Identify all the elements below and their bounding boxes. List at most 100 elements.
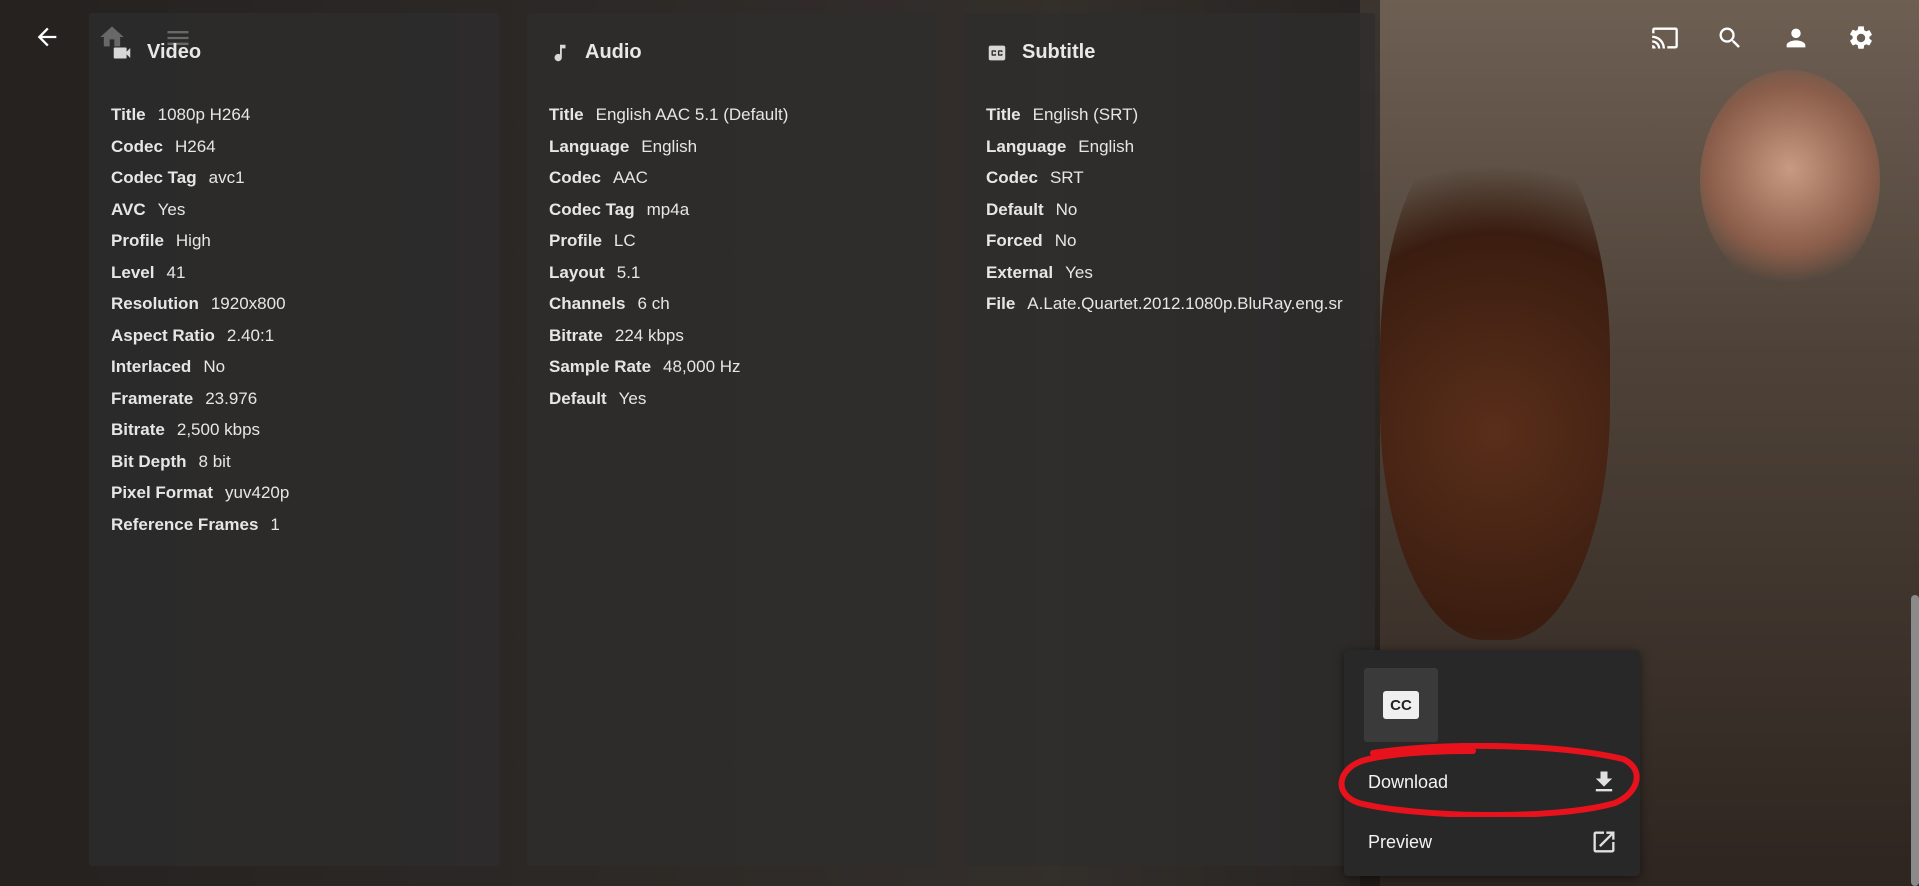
video-info-row: Interlaced No [111,355,289,387]
info-key: Bitrate [549,325,603,345]
info-value: 1 [270,514,280,534]
subtitle-info-list: Title English (SRT) Language English Codec SR… [986,103,1343,324]
download-label: Download [1368,771,1449,792]
video-info-row: Codec Tag avc1 [111,166,289,198]
video-info-row: AVC Yes [111,198,289,230]
subtitle-info-row: File A.Late.Quartet.2012.1080p.BluRay.eng… [986,292,1343,324]
info-value: 2,500 kbps [176,420,261,439]
info-key: Bitrate [111,420,165,439]
cast-icon[interactable] [1647,20,1683,56]
info-value: 1920x800 [210,294,286,313]
info-key: Title [111,105,146,124]
info-key: Language [549,136,630,156]
info-value: 224 kbps [614,325,684,345]
video-info-row: Profile High [111,229,289,261]
info-key: Reference Frames [111,514,259,534]
download-menu-item[interactable]: Download [1344,754,1640,810]
info-key: Bit Depth [111,451,187,471]
audio-panel-title: Audio [585,41,642,63]
audio-info-list: Title English AAC 5.1 (Default) Language En… [549,103,788,418]
info-value: LC [613,231,636,250]
info-value: English (SRT) [1032,105,1139,124]
video-info-row: Level 41 [111,261,289,293]
info-key: Level [111,262,155,282]
subtitle-info-row: External Yes [986,261,1343,293]
video-info-row: Framerate 23.976 [111,387,289,419]
info-value: AAC [612,168,648,187]
audio-info-row: Codec AAC [549,166,788,198]
audio-info-row: Codec Tag mp4a [549,198,788,230]
info-key: Framerate [111,388,194,408]
info-value: avc1 [208,168,245,187]
subtitle-info-row: Default No [986,198,1343,230]
video-info-row: Reference Frames 1 [111,513,289,545]
audio-info-panel: Audio Title English AAC 5.1 (Default) Lang… [527,13,937,866]
info-value: SRT [1049,168,1084,187]
preview-menu-item[interactable]: Preview [1344,814,1640,870]
subtitle-info-row: Forced No [986,229,1343,261]
music-note-icon [554,44,566,61]
back-arrow-icon[interactable] [29,19,65,55]
audio-info-row: Channels 6 ch [549,292,788,324]
video-info-row: Bit Depth 8 bit [111,450,289,482]
subtitle-thumbnail: CC [1364,668,1438,742]
info-key: Language [986,136,1067,156]
info-value: No [203,357,226,376]
video-info-row: Pixel Format yuv420p [111,481,289,513]
video-panel-title: Video [147,41,202,63]
download-icon [1595,771,1613,792]
gear-icon[interactable] [1843,20,1879,56]
info-key: Profile [111,231,164,250]
audio-info-row: Layout 5.1 [549,261,788,293]
video-info-row: Title 1080p H264 [111,103,289,135]
subtitle-info-row: Codec SRT [986,166,1343,198]
info-key: Sample Rate [549,357,652,376]
info-key: Pixel Format [111,483,214,502]
closed-caption-icon [988,45,1006,60]
info-value: 6 ch [637,294,670,313]
info-value: 8 bit [198,451,231,471]
info-value: mp4a [646,199,690,219]
info-key: Title [549,105,584,124]
video-info-row: Codec H264 [111,135,289,167]
info-key: Channels [549,294,626,313]
audio-info-row: Title English AAC 5.1 (Default) [549,103,788,135]
videocam-icon [113,47,131,58]
info-value: 2.40:1 [226,325,275,345]
page-scrollbar[interactable] [1911,595,1919,886]
audio-info-row: Language English [549,135,788,167]
subtitle-info-panel: Subtitle Title English (SRT) Language Engli… [964,13,1375,866]
info-key: Profile [549,231,602,250]
info-key: Aspect Ratio [111,325,215,345]
info-value: 48,000 Hz [663,357,741,376]
info-key: File [986,294,1016,313]
audio-info-row: Default Yes [549,387,788,419]
info-value: 5.1 [616,262,641,282]
info-value: High [175,231,211,250]
info-key: Codec [986,168,1038,187]
info-value: Yes [1065,262,1093,282]
info-key: Resolution [111,294,199,313]
subtitle-info-row: Title English (SRT) [986,103,1343,135]
info-key: Forced [986,231,1043,250]
info-key: Interlaced [111,357,192,376]
info-key: Codec [549,168,601,187]
info-key: Codec Tag [111,168,197,187]
info-key: Codec Tag [549,199,635,219]
info-value: No [1055,199,1078,219]
info-value: yuv420p [225,483,290,502]
subtitle-panel-title: Subtitle [1022,41,1096,63]
audio-info-row: Profile LC [549,229,788,261]
open-external-icon [1593,831,1615,853]
info-value: 23.976 [205,388,258,408]
info-value: No [1054,231,1077,250]
cc-badge-icon: CC [1383,691,1419,719]
search-icon[interactable] [1712,20,1748,56]
info-value: English [1078,136,1135,156]
info-value: English [641,136,698,156]
info-key: Default [986,199,1044,219]
audio-info-row: Sample Rate 48,000 Hz [549,355,788,387]
audio-info-row: Bitrate 224 kbps [549,324,788,356]
user-icon[interactable] [1778,20,1814,56]
video-info-list: Title 1080p H264 Codec H264 Codec Tag avc1 AVC… [111,103,289,544]
